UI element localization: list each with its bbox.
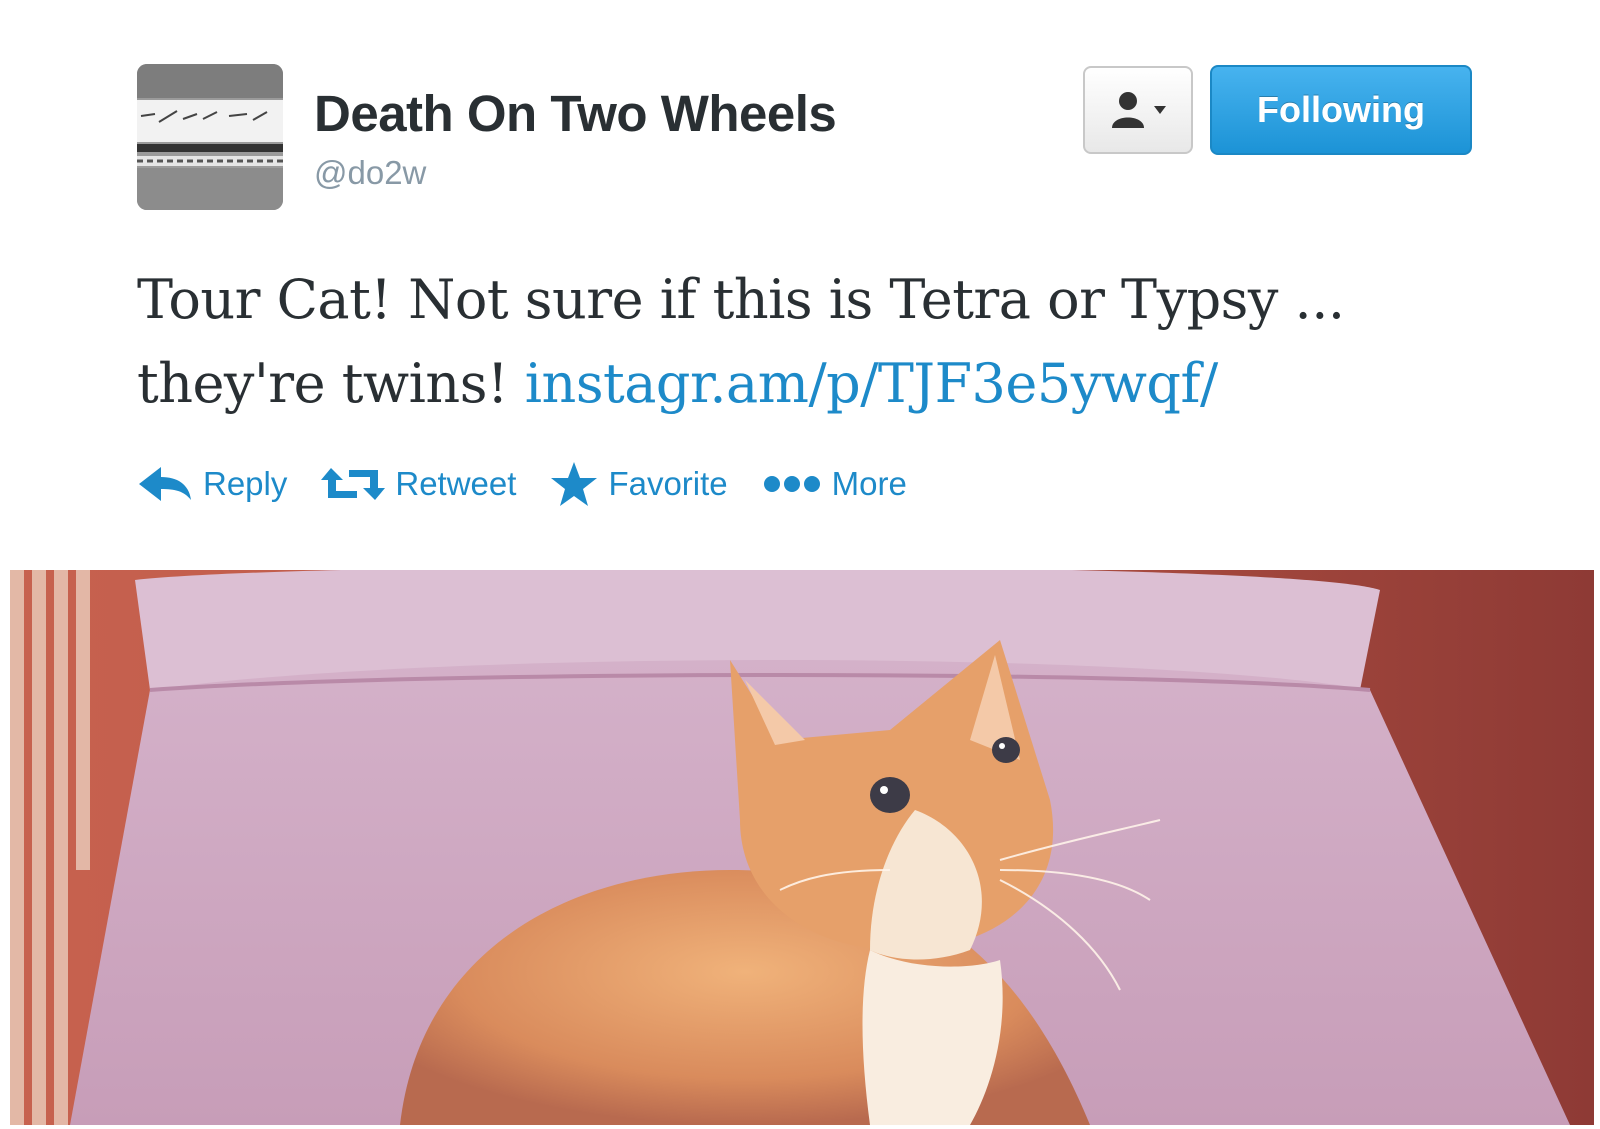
- retweet-icon: [321, 468, 386, 500]
- more-dots-icon: [763, 476, 820, 492]
- tweet-link[interactable]: instagr.am/p/TJF3e5ywqf/: [525, 352, 1218, 415]
- retweet-label: Retweet: [395, 465, 517, 502]
- retweet-action[interactable]: Retweet: [321, 464, 516, 504]
- more-action[interactable]: More: [762, 465, 907, 503]
- favorite-label: Favorite: [608, 465, 728, 502]
- tweet-photo[interactable]: [10, 570, 1594, 1125]
- reply-icon: [139, 467, 191, 501]
- following-button[interactable]: Following: [1210, 65, 1472, 155]
- chevron-down-icon: [1154, 106, 1166, 114]
- reply-action[interactable]: Reply: [137, 464, 287, 504]
- reply-label: Reply: [203, 465, 288, 502]
- cat-photo: [10, 570, 1594, 1125]
- tweet-actions: Reply Retweet Favorite More: [137, 458, 941, 510]
- favorite-action[interactable]: Favorite: [550, 461, 728, 507]
- display-name[interactable]: Death On Two Wheels: [314, 84, 837, 143]
- star-icon: [551, 462, 598, 506]
- avatar[interactable]: [137, 64, 283, 210]
- more-label: More: [831, 465, 907, 502]
- tweet-card: Death On Two Wheels @do2w Following Tour…: [0, 0, 1600, 1129]
- user-actions-button[interactable]: [1083, 66, 1193, 154]
- tweet-text: Tour Cat! Not sure if this is Tetra or T…: [137, 258, 1477, 426]
- user-icon: [1112, 92, 1144, 128]
- screen-name[interactable]: @do2w: [314, 154, 426, 192]
